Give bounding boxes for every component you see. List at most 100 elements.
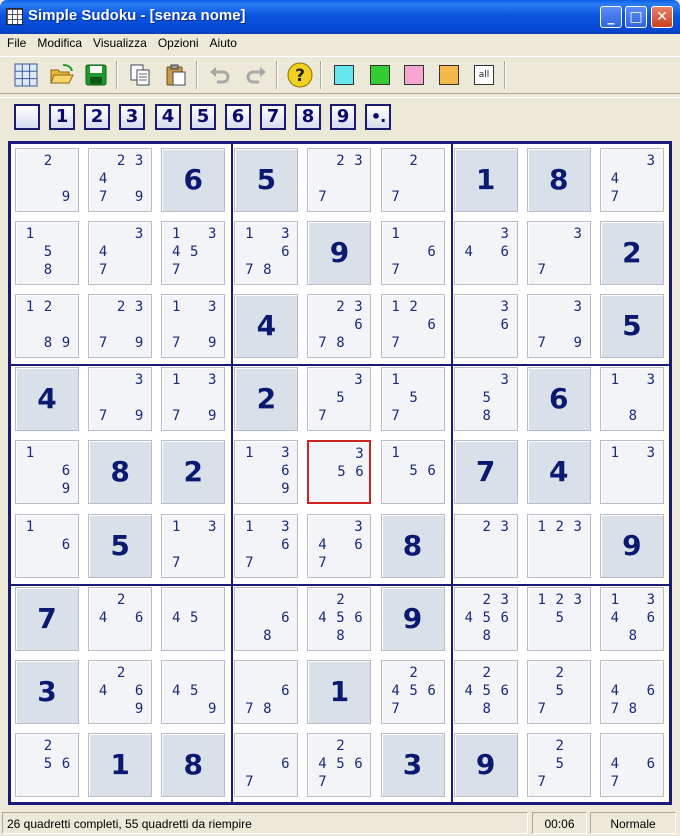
cell-r3-c5[interactable]: 236 78 xyxy=(307,294,372,359)
color-green-icon[interactable] xyxy=(366,61,394,89)
help-icon[interactable]: ? xyxy=(286,61,314,89)
cell-r9-c8[interactable]: 257 xyxy=(526,732,591,797)
cell-r2-c9[interactable]: 2 xyxy=(599,221,664,286)
cell-r3-c4[interactable]: 4 xyxy=(234,294,299,359)
cell-r9-c7[interactable]: 9 xyxy=(453,732,518,797)
cell-r6-c9[interactable]: 9 xyxy=(599,513,664,578)
cell-r5-c4[interactable]: 1 369 xyxy=(234,440,299,505)
number-button-candidates[interactable]: •. xyxy=(365,104,391,130)
cell-r1-c5[interactable]: 23 7 xyxy=(307,148,372,212)
menu-aiuto[interactable]: Aiuto xyxy=(203,34,241,50)
cell-r3-c3[interactable]: 1 3 7 9 xyxy=(161,294,226,359)
cell-r6-c5[interactable]: 3 4 6 7 xyxy=(307,513,372,578)
cell-r8-c9[interactable]: 4 6 78 xyxy=(599,659,664,724)
cell-r2-c4[interactable]: 1 36 78 xyxy=(234,221,299,286)
cell-r5-c7[interactable]: 7 xyxy=(453,440,518,505)
cell-r8-c7[interactable]: 24568 xyxy=(453,659,518,724)
cell-r7-c6[interactable]: 9 xyxy=(380,586,445,651)
cell-r2-c6[interactable]: 1 6 7 xyxy=(380,221,445,286)
menu-file[interactable]: File xyxy=(0,34,30,50)
cell-r8-c5[interactable]: 1 xyxy=(307,659,372,724)
cell-r1-c7[interactable]: 1 xyxy=(453,148,518,212)
menu-visualizza[interactable]: Visualizza xyxy=(86,34,151,50)
open-folder-icon[interactable] xyxy=(48,61,76,89)
menu-opzioni[interactable]: Opzioni xyxy=(151,34,203,50)
cell-r4-c9[interactable]: 1 3 8 xyxy=(599,367,664,432)
cell-r9-c5[interactable]: 2456 7 xyxy=(307,732,372,797)
cell-r3-c7[interactable]: 36 xyxy=(453,294,518,359)
cell-r7-c5[interactable]: 24568 xyxy=(307,586,372,651)
cell-r8-c8[interactable]: 257 xyxy=(526,659,591,724)
number-button-8[interactable]: 8 xyxy=(295,104,321,130)
title-bar[interactable]: Simple Sudoku - [senza nome] _ □ ✕ xyxy=(0,0,680,34)
cell-r5-c6[interactable]: 156 xyxy=(380,440,445,505)
cell-r3-c2[interactable]: 23 7 9 xyxy=(88,294,153,359)
cell-r4-c1[interactable]: 4 xyxy=(15,367,79,432)
cell-r4-c6[interactable]: 157 xyxy=(380,367,445,432)
cell-r6-c1[interactable]: 16 xyxy=(15,513,79,578)
cell-r8-c1[interactable]: 3 xyxy=(15,659,79,724)
show-all-icon[interactable]: all xyxy=(470,61,498,89)
grid-icon[interactable] xyxy=(12,61,40,89)
cell-r2-c5[interactable]: 9 xyxy=(307,221,372,286)
number-button-3[interactable]: 3 xyxy=(119,104,145,130)
cell-r6-c6[interactable]: 8 xyxy=(380,513,445,578)
cell-r4-c3[interactable]: 1 3 7 9 xyxy=(161,367,226,432)
cell-r3-c6[interactable]: 126 7 xyxy=(380,294,445,359)
cell-r5-c2[interactable]: 8 xyxy=(88,440,153,505)
number-button-9[interactable]: 9 xyxy=(330,104,356,130)
cell-r2-c1[interactable]: 158 xyxy=(15,221,79,286)
cell-r4-c5[interactable]: 357 xyxy=(307,367,372,432)
cell-r1-c2[interactable]: 23 4 7 9 xyxy=(88,148,153,212)
cell-r9-c3[interactable]: 8 xyxy=(161,732,226,797)
cell-r7-c2[interactable]: 24 6 xyxy=(88,586,153,651)
cell-r5-c3[interactable]: 2 xyxy=(161,440,226,505)
cell-r9-c6[interactable]: 3 xyxy=(380,732,445,797)
cell-r1-c1[interactable]: 29 xyxy=(15,148,79,212)
cell-r6-c7[interactable]: 23 xyxy=(453,513,518,578)
cell-r5-c1[interactable]: 1 69 xyxy=(15,440,79,505)
cell-r7-c3[interactable]: 45 xyxy=(161,586,226,651)
cell-r1-c4[interactable]: 5 xyxy=(234,148,299,212)
cell-r6-c3[interactable]: 1 3 7 xyxy=(161,513,226,578)
cell-r1-c3[interactable]: 6 xyxy=(161,148,226,212)
cell-r3-c1[interactable]: 12 89 xyxy=(15,294,79,359)
cell-r7-c7[interactable]: 23 4568 xyxy=(453,586,518,651)
minimize-button[interactable]: _ xyxy=(600,6,622,28)
menu-modifica[interactable]: Modifica xyxy=(30,34,86,50)
color-cyan-icon[interactable] xyxy=(330,61,358,89)
color-orange-icon[interactable] xyxy=(435,61,463,89)
cell-r4-c8[interactable]: 6 xyxy=(526,367,591,432)
cell-r1-c9[interactable]: 3 4 7 xyxy=(599,148,664,212)
paste-icon[interactable] xyxy=(162,61,190,89)
undo-icon[interactable] xyxy=(206,61,234,89)
cell-r2-c8[interactable]: 37 xyxy=(526,221,591,286)
cell-r3-c9[interactable]: 5 xyxy=(599,294,664,359)
cell-r4-c4[interactable]: 2 xyxy=(234,367,299,432)
cell-r6-c8[interactable]: 123 xyxy=(526,513,591,578)
cell-r2-c3[interactable]: 1 3 457 xyxy=(161,221,226,286)
cell-r5-c9[interactable]: 13 xyxy=(599,440,664,505)
cell-r1-c8[interactable]: 8 xyxy=(526,148,591,212)
cell-r8-c3[interactable]: 459 xyxy=(161,659,226,724)
color-pink-icon[interactable] xyxy=(400,61,428,89)
number-button-6[interactable]: 6 xyxy=(225,104,251,130)
cell-r7-c4[interactable]: 68 xyxy=(234,586,299,651)
cell-r4-c2[interactable]: 3 7 9 xyxy=(88,367,153,432)
number-button-4[interactable]: 4 xyxy=(155,104,181,130)
save-disk-icon[interactable] xyxy=(82,61,110,89)
maximize-button[interactable]: □ xyxy=(625,6,647,28)
cell-r7-c1[interactable]: 7 xyxy=(15,586,79,651)
cell-r2-c2[interactable]: 3 47 xyxy=(88,221,153,286)
cell-r8-c6[interactable]: 2456 7 xyxy=(380,659,445,724)
cell-r8-c2[interactable]: 24 69 xyxy=(88,659,153,724)
copy-icon[interactable] xyxy=(126,61,154,89)
cell-r7-c9[interactable]: 1 3 4 68 xyxy=(599,586,664,651)
cell-r5-c5[interactable]: 356 xyxy=(307,440,372,505)
cell-r9-c2[interactable]: 1 xyxy=(88,732,153,797)
cell-r9-c4[interactable]: 67 xyxy=(234,732,299,797)
cell-r8-c4[interactable]: 6 78 xyxy=(234,659,299,724)
cell-r9-c9[interactable]: 4 6 7 xyxy=(599,732,664,797)
number-button-1[interactable]: 1 xyxy=(49,104,75,130)
cell-r6-c4[interactable]: 1 36 7 xyxy=(234,513,299,578)
